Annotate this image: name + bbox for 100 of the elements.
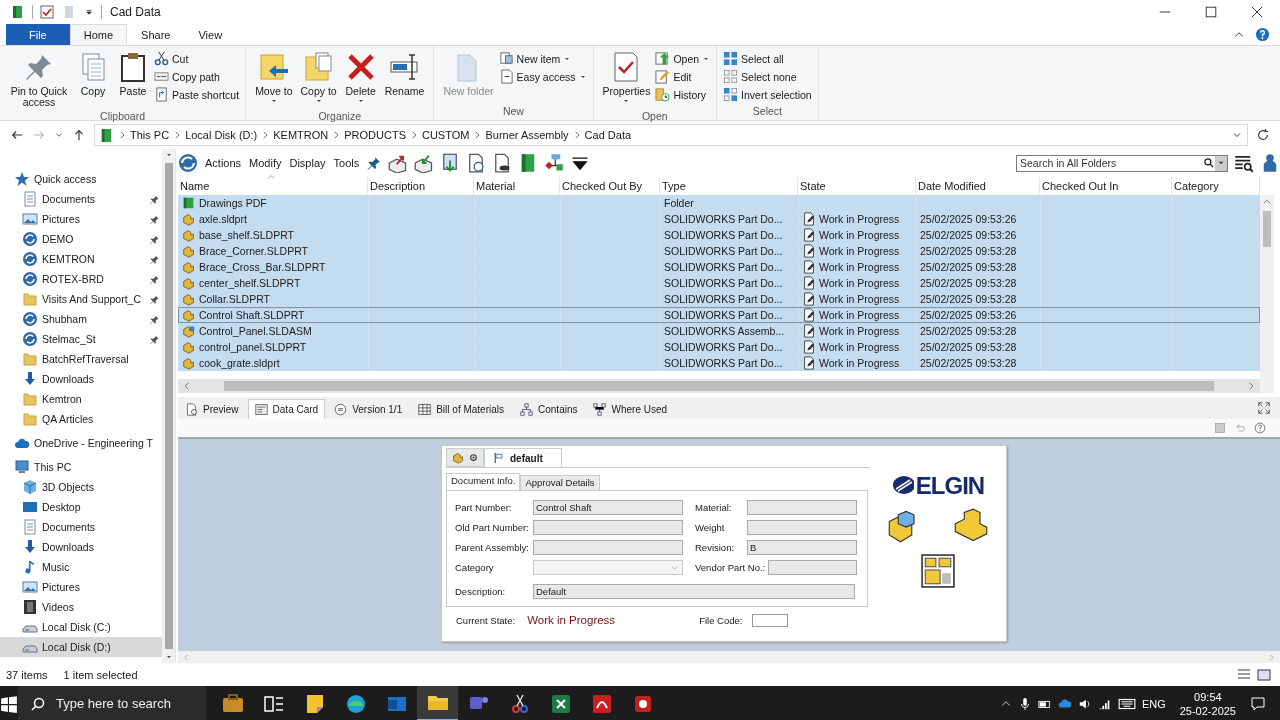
- text-field[interactable]: [752, 613, 789, 627]
- menu-item[interactable]: Actions: [204, 157, 243, 169]
- ribbon-button[interactable]: Edit: [655, 69, 711, 84]
- scrollbar[interactable]: [1260, 195, 1274, 393]
- text-field[interactable]: B: [747, 539, 857, 555]
- sidebar-item[interactable]: Visits And Support_C: [0, 289, 162, 309]
- scrollbar[interactable]: [178, 379, 1260, 393]
- search-field[interactable]: Search in All Folders: [1017, 157, 1203, 169]
- scroll-thumb[interactable]: [1263, 211, 1271, 247]
- tab[interactable]: Data Card: [247, 399, 326, 419]
- table-row[interactable]: Control Shaft.SLDPRT SOLIDWORKS Part Do... Work in Progress 25/02/2025 09:53:26: [178, 307, 1260, 323]
- table-row[interactable]: Collar.SLDPRT SOLIDWORKS Part Do... Work in Progress 25/02/2025 09:53:28: [178, 291, 1260, 307]
- menu-item[interactable]: Display: [288, 157, 327, 169]
- ribbon-button[interactable]: Pin to Quick access: [6, 49, 72, 110]
- ribbon-button[interactable]: New item: [498, 51, 587, 66]
- ribbon-button[interactable]: Rename: [381, 49, 428, 110]
- ribbon-button[interactable]: Invert selection: [723, 87, 812, 102]
- text-field[interactable]: [533, 519, 683, 535]
- ribbon-button[interactable]: Select all: [723, 51, 812, 66]
- start-icon[interactable]: [0, 694, 18, 713]
- dropdown-field[interactable]: [533, 559, 683, 575]
- ribbon-tab[interactable]: File: [6, 24, 70, 45]
- ribbon-button[interactable]: Delete: [341, 49, 380, 110]
- tab[interactable]: Bill of Materials: [411, 399, 511, 419]
- sidebar-item[interactable]: KEMTRON: [0, 249, 162, 269]
- sidebar-item[interactable]: Music: [0, 557, 162, 577]
- text-field[interactable]: [768, 559, 857, 575]
- ribbon-button[interactable]: Copy: [74, 49, 112, 110]
- breadcrumb[interactable]: Cad Data: [584, 129, 632, 141]
- tab[interactable]: Version 1/1: [327, 399, 410, 419]
- scroll-thumb[interactable]: [224, 381, 1214, 391]
- sidebar-item[interactable]: Documents: [0, 517, 162, 537]
- pin-icon[interactable]: [366, 155, 383, 171]
- up-icon[interactable]: [72, 128, 86, 142]
- expand-icon[interactable]: [1258, 402, 1270, 414]
- search-list-icon[interactable]: [1234, 153, 1254, 173]
- sidebar-item[interactable]: This PC: [0, 457, 162, 477]
- table-row[interactable]: cook_grate.sldprt SOLIDWORKS Part Do... Work in Progress 25/02/2025 09:53:28: [178, 355, 1260, 371]
- ribbon-button[interactable]: Paste: [114, 49, 152, 110]
- sidebar-item[interactable]: Pictures: [0, 209, 162, 229]
- sidebar-item[interactable]: OneDrive - Engineering T: [0, 433, 162, 453]
- table-row[interactable]: center_shelf.SLDPRT SOLIDWORKS Part Do... Work in Progress 25/02/2025 09:53:28: [178, 275, 1260, 291]
- ribbon-button[interactable]: Properties: [599, 49, 654, 110]
- text-field[interactable]: [747, 519, 857, 535]
- tab[interactable]: Approval Details: [520, 475, 600, 490]
- scrollbar[interactable]: [162, 149, 175, 663]
- sidebar-item[interactable]: DEMO: [0, 229, 162, 249]
- ribbon-button[interactable]: Easy access: [498, 69, 587, 84]
- sidebar-item[interactable]: Kemtron: [0, 389, 162, 409]
- maximize-icon[interactable]: [1204, 5, 1218, 19]
- breadcrumb[interactable]: This PC: [130, 129, 170, 141]
- ribbon-button[interactable]: Open: [655, 51, 711, 66]
- table-row[interactable]: axle.sldprt SOLIDWORKS Part Do... Work in Progress 25/02/2025 09:53:26: [178, 211, 1260, 227]
- text-field[interactable]: [747, 499, 857, 515]
- ribbon-button[interactable]: Copy path: [154, 69, 240, 84]
- sidebar-item[interactable]: Documents: [0, 189, 162, 209]
- workflow-icon[interactable]: [544, 153, 565, 173]
- sidebar-item[interactable]: Shubham: [0, 309, 162, 329]
- address-field[interactable]: This PC Local Disk (D:) KEMTRON PRODUCTS CUSTOM Burner Assembly Cad Data: [94, 124, 1248, 146]
- large-icons-view-icon[interactable]: [1256, 666, 1272, 683]
- properties-icon[interactable]: [39, 4, 55, 20]
- notification-icon[interactable]: [1250, 695, 1266, 712]
- search-box[interactable]: Search in All Folders: [1016, 154, 1228, 172]
- menu-item[interactable]: Modify: [248, 157, 283, 169]
- configuration-tab[interactable]: default: [484, 448, 562, 467]
- ribbon-button[interactable]: Select none: [723, 69, 812, 84]
- ribbon-button[interactable]: Copy to: [297, 49, 340, 110]
- sidebar-item[interactable]: Local Disk (D:): [0, 637, 162, 657]
- help-icon[interactable]: [1254, 422, 1266, 434]
- clock-time[interactable]: 09:54: [1194, 689, 1222, 704]
- breadcrumb[interactable]: Burner Assembly: [485, 129, 569, 141]
- sidebar-item[interactable]: BatchRefTraversal: [0, 349, 162, 369]
- sidebar-item[interactable]: QA Articles: [0, 409, 162, 429]
- sidebar-item[interactable]: Local Disk (C:): [0, 617, 162, 637]
- tab[interactable]: Preview: [178, 399, 246, 419]
- text-field[interactable]: Control Shaft: [533, 499, 683, 515]
- sidebar-item[interactable]: ROTEX-BRD: [0, 269, 162, 289]
- table-row[interactable]: Brace_Cross_Bar.SLDPRT SOLIDWORKS Part Do... Work in Progress 25/02/2025 09:53:28: [178, 259, 1260, 275]
- sidebar-item[interactable]: Downloads: [0, 537, 162, 557]
- search-icon[interactable]: [1203, 157, 1215, 169]
- back-icon[interactable]: [10, 128, 24, 142]
- ribbon-button[interactable]: Move to: [252, 49, 296, 110]
- sidebar-item[interactable]: Desktop: [0, 497, 162, 517]
- cloud-icon[interactable]: [1057, 696, 1072, 711]
- menu-item[interactable]: Tools: [332, 157, 361, 169]
- sidebar-item[interactable]: Stelmac_St: [0, 329, 162, 349]
- tab[interactable]: Where Used: [586, 399, 675, 419]
- table-row[interactable]: base_shelf.SLDPRT SOLIDWORKS Part Do... Work in Progress 25/02/2025 09:53:26: [178, 227, 1260, 243]
- ribbon-tab[interactable]: Share: [127, 24, 185, 45]
- ribbon-button[interactable]: Paste shortcut: [154, 87, 240, 102]
- tab[interactable]: Contains: [513, 399, 585, 419]
- check-in-icon[interactable]: [414, 153, 435, 173]
- table-row[interactable]: Brace_Corner.SLDPRT SOLIDWORKS Part Do... Work in Progress 25/02/2025 09:53:28: [178, 243, 1260, 259]
- table-row[interactable]: Drawings PDF Folder: [178, 195, 1260, 211]
- breadcrumb[interactable]: KEMTRON: [273, 129, 329, 141]
- check-out-icon[interactable]: [388, 153, 409, 173]
- sidebar-item[interactable]: 3D Objects: [0, 477, 162, 497]
- ribbon-tab[interactable]: Home: [69, 24, 128, 45]
- close-icon[interactable]: [1250, 5, 1264, 19]
- breadcrumb[interactable]: CUSTOM: [422, 129, 470, 141]
